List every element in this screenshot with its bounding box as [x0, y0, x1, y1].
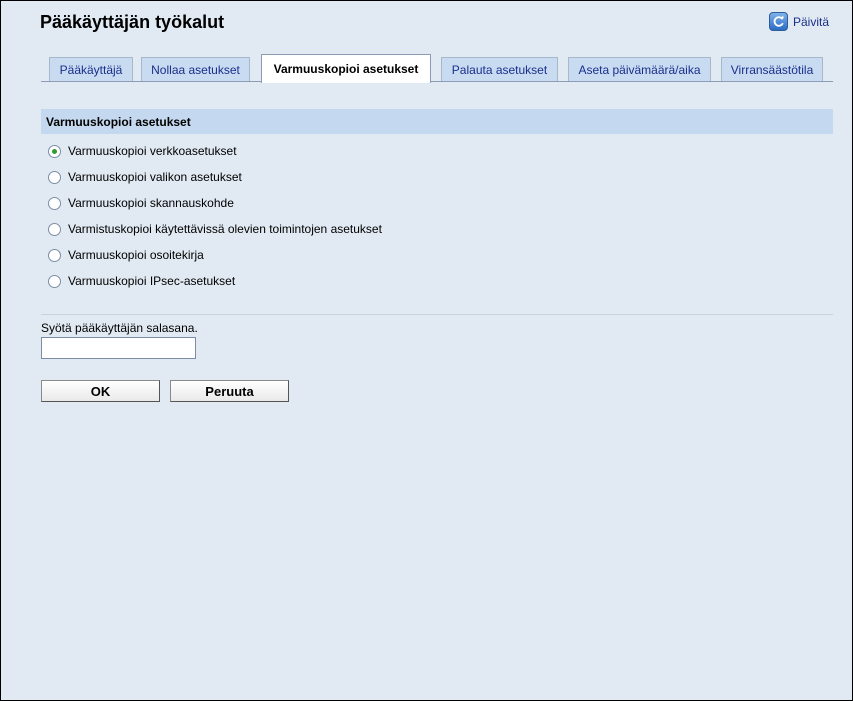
option-label: Varmuuskopioi verkkoasetukset	[68, 144, 237, 158]
radio-button[interactable]	[48, 144, 61, 158]
password-field[interactable]	[41, 337, 196, 359]
radio-button[interactable]	[48, 248, 61, 262]
option-address-book[interactable]: Varmuuskopioi osoitekirja	[48, 242, 382, 268]
radio-button[interactable]	[48, 222, 61, 236]
option-label: Varmuuskopioi osoitekirja	[68, 248, 204, 262]
radio-button[interactable]	[48, 196, 61, 210]
option-ipsec-settings[interactable]: Varmuuskopioi IPsec-asetukset	[48, 268, 382, 294]
option-menu-settings[interactable]: Varmuuskopioi valikon asetukset	[48, 164, 382, 190]
backup-option-group: Varmuuskopioi verkkoasetukset Varmuuskop…	[48, 138, 382, 294]
section-header: Varmuuskopioi asetukset	[41, 109, 833, 134]
refresh-button[interactable]: Päivitä	[769, 12, 829, 31]
tab-admin[interactable]: Pääkäyttäjä	[49, 57, 133, 81]
option-network-settings[interactable]: Varmuuskopioi verkkoasetukset	[48, 138, 382, 164]
cancel-button[interactable]: Peruuta	[170, 380, 289, 402]
option-label: Varmuuskopioi IPsec-asetukset	[68, 274, 236, 288]
tab-restore-settings[interactable]: Palauta asetukset	[441, 57, 558, 81]
refresh-label[interactable]: Päivitä	[793, 15, 829, 29]
option-label: Varmuuskopioi valikon asetukset	[68, 170, 242, 184]
radio-button[interactable]	[48, 170, 61, 184]
tab-reset-settings[interactable]: Nollaa asetukset	[141, 57, 250, 81]
tab-set-date-time[interactable]: Aseta päivämäärä/aika	[568, 57, 711, 81]
admin-tools-window: Pääkäyttäjän työkalut Päivitä Pääkäyttäj…	[0, 0, 853, 701]
divider	[41, 314, 833, 315]
refresh-icon[interactable]	[769, 12, 788, 31]
radio-button[interactable]	[48, 274, 61, 288]
ok-button[interactable]: OK	[41, 380, 160, 402]
password-label: Syötä pääkäyttäjän salasana.	[41, 321, 198, 335]
tab-energy-saver[interactable]: Virransäästötila	[721, 57, 823, 81]
option-available-functions[interactable]: Varmistuskopioi käytettävissä olevien to…	[48, 216, 382, 242]
page-title: Pääkäyttäjän työkalut	[40, 12, 225, 32]
tab-bar-baseline	[41, 81, 833, 82]
tab-backup-settings[interactable]: Varmuuskopioi asetukset	[261, 54, 431, 83]
option-scan-destination[interactable]: Varmuuskopioi skannauskohde	[48, 190, 382, 216]
option-label: Varmuuskopioi skannauskohde	[68, 196, 234, 210]
option-label: Varmistuskopioi käytettävissä olevien to…	[68, 222, 382, 236]
tab-bar: Pääkäyttäjä Nollaa asetukset Varmuuskopi…	[41, 54, 833, 83]
